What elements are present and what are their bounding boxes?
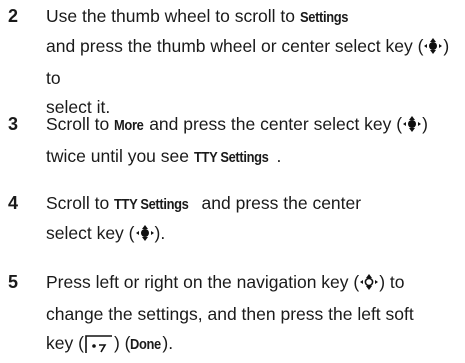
step-text-part: Use the thumb wheel to scroll to (46, 6, 300, 26)
step-text-part: ) to (379, 272, 405, 292)
step-text-part: Scroll to (46, 193, 115, 213)
center-select-key-icon (423, 35, 443, 64)
step-text-part: . (276, 146, 282, 166)
step-text-part: ) (422, 114, 428, 134)
instruction-page: 2 Use the thumb wheel to scroll to Setti… (0, 0, 465, 354)
step-text: Press left or right on the navigation ke… (46, 268, 458, 363)
step-text: Scroll to More and press the center sele… (46, 110, 458, 172)
step-text-part: ) ( (113, 333, 131, 353)
step-text: Scroll to TTY Settings and press the cen… (46, 189, 458, 251)
step-number: 2 (8, 6, 19, 26)
center-select-key-icon (402, 113, 422, 142)
step-number: 3 (8, 114, 19, 134)
step-text-part: twice until you see (46, 146, 194, 166)
center-select-key-icon (135, 222, 155, 251)
step-text-part: change the settings, and then press the … (46, 304, 414, 324)
step-text-part: and press the center (196, 193, 362, 213)
step-text-part: select key ( (46, 223, 135, 243)
step-text-part: Scroll to (46, 114, 115, 134)
navigation-key-icon (359, 271, 379, 300)
step-text-part: ). (162, 333, 174, 353)
menu-term: TTY Settings (193, 149, 269, 166)
step-text-part: key ( (46, 333, 84, 353)
menu-term: More (114, 117, 144, 134)
step-text-part: and press the thumb wheel or center sele… (46, 36, 424, 56)
menu-term: Done (130, 336, 162, 353)
step-text-part: and press the center select key ( (144, 114, 403, 134)
step-text-part: Press left or right on the navigation ke… (46, 272, 360, 292)
step-number: 4 (8, 193, 19, 213)
step-text: Use the thumb wheel to scroll to Setting… (46, 2, 458, 122)
step-text-part: ). (154, 223, 166, 243)
left-soft-key-icon (84, 334, 114, 363)
step-number: 5 (8, 272, 19, 292)
menu-term: Settings (299, 9, 349, 26)
menu-term: TTY Settings (114, 196, 189, 213)
